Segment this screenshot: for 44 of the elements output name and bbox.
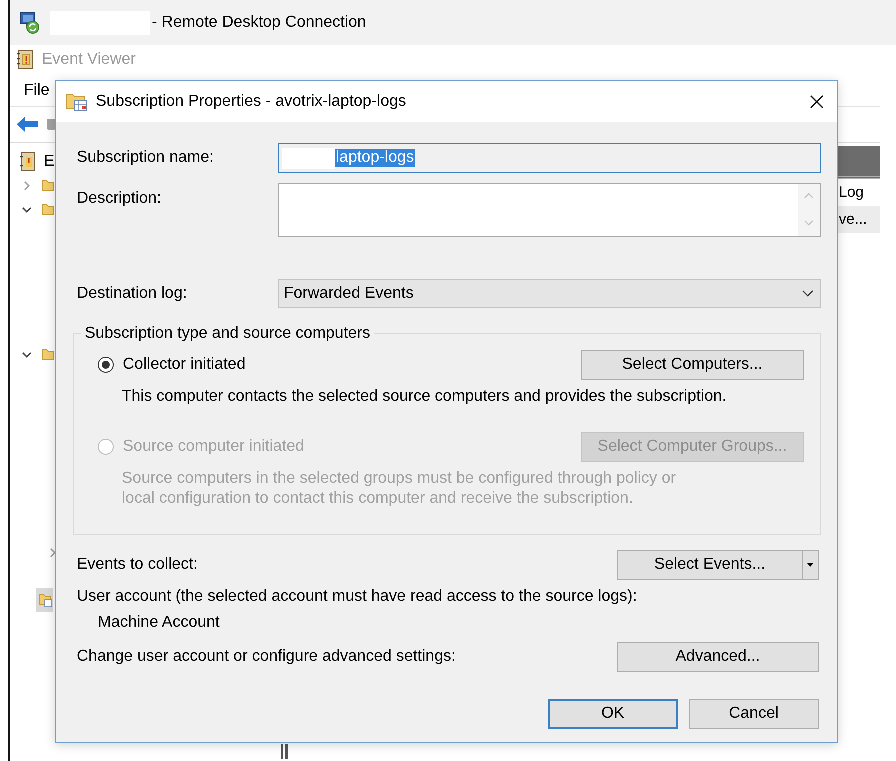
advanced-button[interactable]: Advanced... bbox=[617, 642, 819, 672]
subscription-name-field[interactable]: laptop-logs bbox=[278, 143, 821, 173]
field-label: Change user account or configure advanced settings: bbox=[76, 647, 456, 667]
field-label: Destination log: bbox=[76, 284, 188, 304]
dropdown-button[interactable] bbox=[802, 550, 819, 580]
window-title: - Remote Desktop Connection bbox=[152, 12, 366, 32]
select-events-button[interactable]: Select Events... bbox=[617, 550, 802, 580]
close-button[interactable] bbox=[809, 94, 825, 110]
window-title: Event Viewer bbox=[42, 50, 136, 70]
field-label: User account (the selected account must have read access to the source logs): bbox=[76, 587, 638, 607]
action-link[interactable]: ve... bbox=[838, 206, 880, 233]
computer-icon bbox=[20, 12, 40, 34]
notebook-icon[interactable] bbox=[20, 152, 36, 172]
destination-log-select[interactable]: Forwarded Events bbox=[278, 279, 821, 308]
chevron-down-icon[interactable] bbox=[22, 205, 32, 215]
dialog-title: Subscription Properties - avotrix-laptop-logs bbox=[96, 92, 406, 112]
folder-icon[interactable] bbox=[36, 588, 53, 612]
grip-icon[interactable] bbox=[281, 744, 288, 759]
description-field[interactable] bbox=[278, 183, 821, 237]
account-name: Machine Account bbox=[97, 613, 221, 633]
option-description: This computer contacts the selected source computers and provides the subscription. bbox=[122, 387, 728, 407]
radio-button[interactable] bbox=[98, 357, 114, 373]
tree-item-label[interactable]: E bbox=[44, 152, 55, 172]
dialog-button[interactable]: Cancel bbox=[689, 699, 819, 729]
folder-icon bbox=[66, 92, 88, 112]
actions-header-bar bbox=[838, 146, 880, 179]
field-label: Description: bbox=[76, 189, 162, 208]
select-button[interactable]: Select Computers... bbox=[581, 350, 804, 380]
close-icon bbox=[810, 94, 824, 108]
radio-label[interactable]: Collector initiated bbox=[123, 355, 246, 375]
chevron-down-icon[interactable] bbox=[22, 350, 32, 360]
action-link[interactable]: Log bbox=[838, 179, 880, 206]
group-title: Subscription type and source computers bbox=[81, 324, 374, 344]
option-description: Source computers in the selected groups must be configured through policy or local configuration to contact this computer and receive the subscription. bbox=[122, 469, 678, 509]
chevron-right-icon[interactable] bbox=[48, 548, 58, 558]
caret-icon bbox=[807, 563, 814, 567]
chevron-right-icon[interactable] bbox=[22, 181, 32, 191]
field-label: Subscription name: bbox=[76, 148, 215, 168]
dialog-button[interactable]: OK bbox=[548, 699, 678, 729]
menu-item[interactable]: File bbox=[24, 80, 50, 100]
field-label: Events to collect: bbox=[76, 555, 198, 575]
chevron-down-icon bbox=[802, 290, 814, 297]
back-arrow-icon[interactable] bbox=[17, 117, 38, 132]
notebook-icon bbox=[17, 50, 34, 70]
